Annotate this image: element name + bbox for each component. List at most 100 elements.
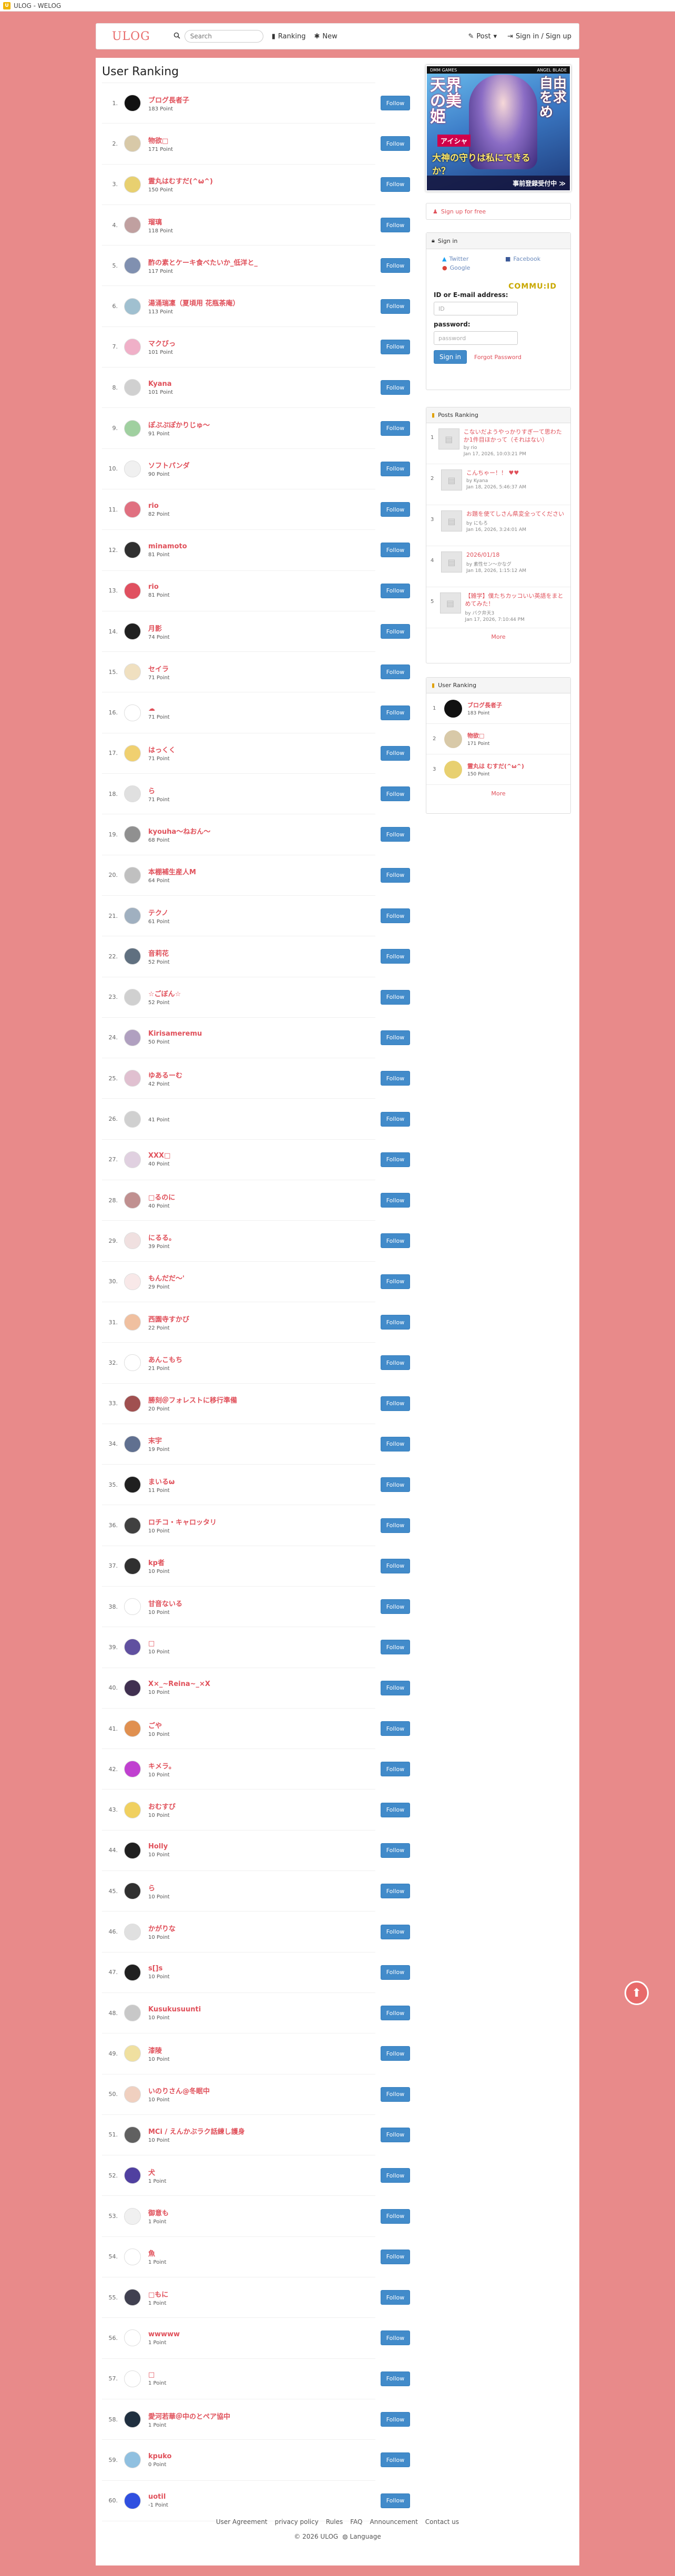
commu-id-logo[interactable]: COMMU:ID — [508, 282, 557, 291]
follow-button[interactable]: Follow — [381, 1233, 410, 1249]
user-name-link[interactable]: 瑠璃 — [148, 217, 375, 227]
follow-button[interactable]: Follow — [381, 1680, 410, 1695]
user-name-link[interactable]: Kyana — [148, 380, 375, 388]
user-name-link[interactable]: かがりな — [148, 1923, 375, 1933]
user-name-link[interactable]: まいるω — [148, 1476, 375, 1486]
avatar[interactable] — [124, 460, 141, 477]
user-name-link[interactable]: 音莉花 — [148, 948, 375, 958]
avatar[interactable] — [124, 217, 141, 234]
search-input[interactable] — [184, 30, 263, 43]
follow-button[interactable]: Follow — [381, 583, 410, 598]
avatar[interactable] — [124, 2005, 141, 2022]
user-name-link[interactable]: ☆ごぼん☆ — [148, 988, 375, 998]
user-name-link[interactable]: ゆあるーむ — [148, 1070, 375, 1080]
user-ranking-mini-item[interactable]: 2 物欲□ 171 Point — [426, 724, 570, 754]
avatar[interactable] — [124, 2207, 141, 2225]
follow-button[interactable]: Follow — [381, 1640, 410, 1655]
user-name-link[interactable]: ブログ長者子 — [467, 701, 502, 709]
post-author[interactable]: by バク弁天3 — [465, 609, 566, 616]
follow-button[interactable]: Follow — [381, 2412, 410, 2427]
follow-button[interactable]: Follow — [381, 1315, 410, 1330]
follow-button[interactable]: Follow — [381, 2046, 410, 2061]
user-name-link[interactable]: 物欲□ — [467, 731, 489, 740]
avatar[interactable] — [124, 988, 141, 1006]
scroll-to-top-button[interactable]: ⬆ — [625, 1981, 649, 2005]
follow-button[interactable]: Follow — [381, 1924, 410, 1939]
avatar[interactable] — [124, 785, 141, 803]
user-name-link[interactable]: 犬 — [148, 2167, 375, 2177]
user-name-link[interactable]: 漆陵 — [148, 2045, 375, 2055]
avatar[interactable] — [124, 2045, 141, 2062]
avatar[interactable] — [124, 1273, 141, 1290]
follow-button[interactable]: Follow — [381, 2290, 410, 2305]
avatar[interactable] — [124, 2086, 141, 2103]
follow-button[interactable]: Follow — [381, 2330, 410, 2346]
avatar[interactable] — [124, 501, 141, 518]
follow-button[interactable]: Follow — [381, 665, 410, 680]
avatar[interactable] — [124, 704, 141, 721]
follow-button[interactable]: Follow — [381, 96, 410, 111]
nav-new-link[interactable]: ✱ New — [314, 33, 338, 40]
follow-button[interactable]: Follow — [381, 461, 410, 476]
footer-link[interactable]: User Agreement — [216, 2518, 268, 2526]
user-ranking-mini-item[interactable]: 3 霊丸は むすだ(^ω^) 150 Point — [426, 754, 570, 785]
user-name-link[interactable]: 物欲□ — [148, 135, 375, 145]
google-login[interactable]: ● Google — [442, 264, 505, 271]
avatar[interactable] — [124, 1476, 141, 1494]
user-name-link[interactable]: 酢の素とケーキ食べたいか_低洋と_ — [148, 257, 375, 267]
follow-button[interactable]: Follow — [381, 380, 410, 395]
footer-link[interactable]: FAQ — [350, 2518, 362, 2526]
avatar[interactable] — [444, 699, 462, 718]
user-name-link[interactable]: uotil — [148, 2493, 375, 2501]
footer-link[interactable]: privacy policy — [275, 2518, 319, 2526]
user-name-link[interactable]: wwwww — [148, 2330, 375, 2338]
follow-button[interactable]: Follow — [381, 1843, 410, 1858]
user-name-link[interactable]: 魚 — [148, 2248, 375, 2258]
follow-button[interactable]: Follow — [381, 949, 410, 964]
avatar[interactable] — [124, 907, 141, 925]
post-title-link[interactable]: お題を使てしさん県変全ってください — [466, 510, 564, 518]
avatar[interactable] — [124, 1883, 141, 1900]
twitter-login[interactable]: ▲ Twitter — [442, 255, 505, 262]
search-icon[interactable] — [173, 32, 180, 40]
user-name-link[interactable]: kyouha～ねおん～ — [148, 826, 375, 836]
user-name-link[interactable]: 御意も — [148, 2207, 375, 2217]
user-name-link[interactable]: ロチコ・キャロッタリ — [148, 1517, 375, 1527]
footer-link[interactable]: Contact us — [425, 2518, 459, 2526]
follow-button[interactable]: Follow — [381, 1355, 410, 1371]
user-ranking-more-link[interactable]: More — [426, 785, 570, 802]
footer-link[interactable]: Rules — [326, 2518, 343, 2526]
follow-button[interactable]: Follow — [381, 2006, 410, 2021]
post-author[interactable]: by にもろ — [466, 519, 564, 526]
user-name-link[interactable]: X×_~Reina~_×X — [148, 1680, 375, 1688]
user-name-link[interactable]: にるる。 — [148, 1232, 375, 1242]
follow-button[interactable]: Follow — [381, 2452, 410, 2468]
follow-button[interactable]: Follow — [381, 2249, 410, 2264]
signin-link[interactable]: ⇥ Sign in / Sign up — [507, 33, 571, 40]
user-name-link[interactable]: キメラ。 — [148, 1761, 375, 1771]
post-ranking-item[interactable]: 5 ▤ 【雑学】僕たちカッコいい英語をまとめてみた！ by バク弁天3 Jan 17, … — [426, 587, 570, 628]
avatar[interactable] — [124, 1354, 141, 1372]
user-name-link[interactable]: 勝刻＠フォレストに移行準備 — [148, 1395, 375, 1405]
user-name-link[interactable]: kpuko — [148, 2452, 375, 2460]
post-ranking-item[interactable]: 2 ▤ こんちゃー！！ ♥♥ by Kyana Jan 18, 2026, 5:46:3… — [426, 464, 570, 505]
user-name-link[interactable]: rio — [148, 583, 375, 591]
avatar[interactable] — [124, 582, 141, 599]
user-name-link[interactable]: マクびっ — [148, 338, 375, 348]
user-name-link[interactable]: テクノ — [148, 907, 375, 917]
brand-logo[interactable]: ULOG — [112, 30, 150, 43]
avatar[interactable] — [124, 1598, 141, 1616]
follow-button[interactable]: Follow — [381, 1965, 410, 1980]
avatar[interactable] — [124, 663, 141, 681]
user-name-link[interactable]: ら — [148, 1883, 375, 1893]
avatar[interactable] — [124, 1842, 141, 1859]
user-name-link[interactable]: 霊丸は むすだ(^ω^) — [467, 762, 524, 770]
follow-button[interactable]: Follow — [381, 1030, 410, 1045]
language-link[interactable]: ◍ Language — [342, 2533, 381, 2540]
avatar[interactable] — [124, 1679, 141, 1696]
user-name-link[interactable]: 月影 — [148, 623, 375, 633]
user-name-link[interactable]: おむすび — [148, 1801, 375, 1811]
user-name-link[interactable]: Holly — [148, 1843, 375, 1851]
post-author[interactable]: by Kyana — [466, 478, 526, 484]
user-name-link[interactable]: 西園寺すかび — [148, 1314, 375, 1324]
